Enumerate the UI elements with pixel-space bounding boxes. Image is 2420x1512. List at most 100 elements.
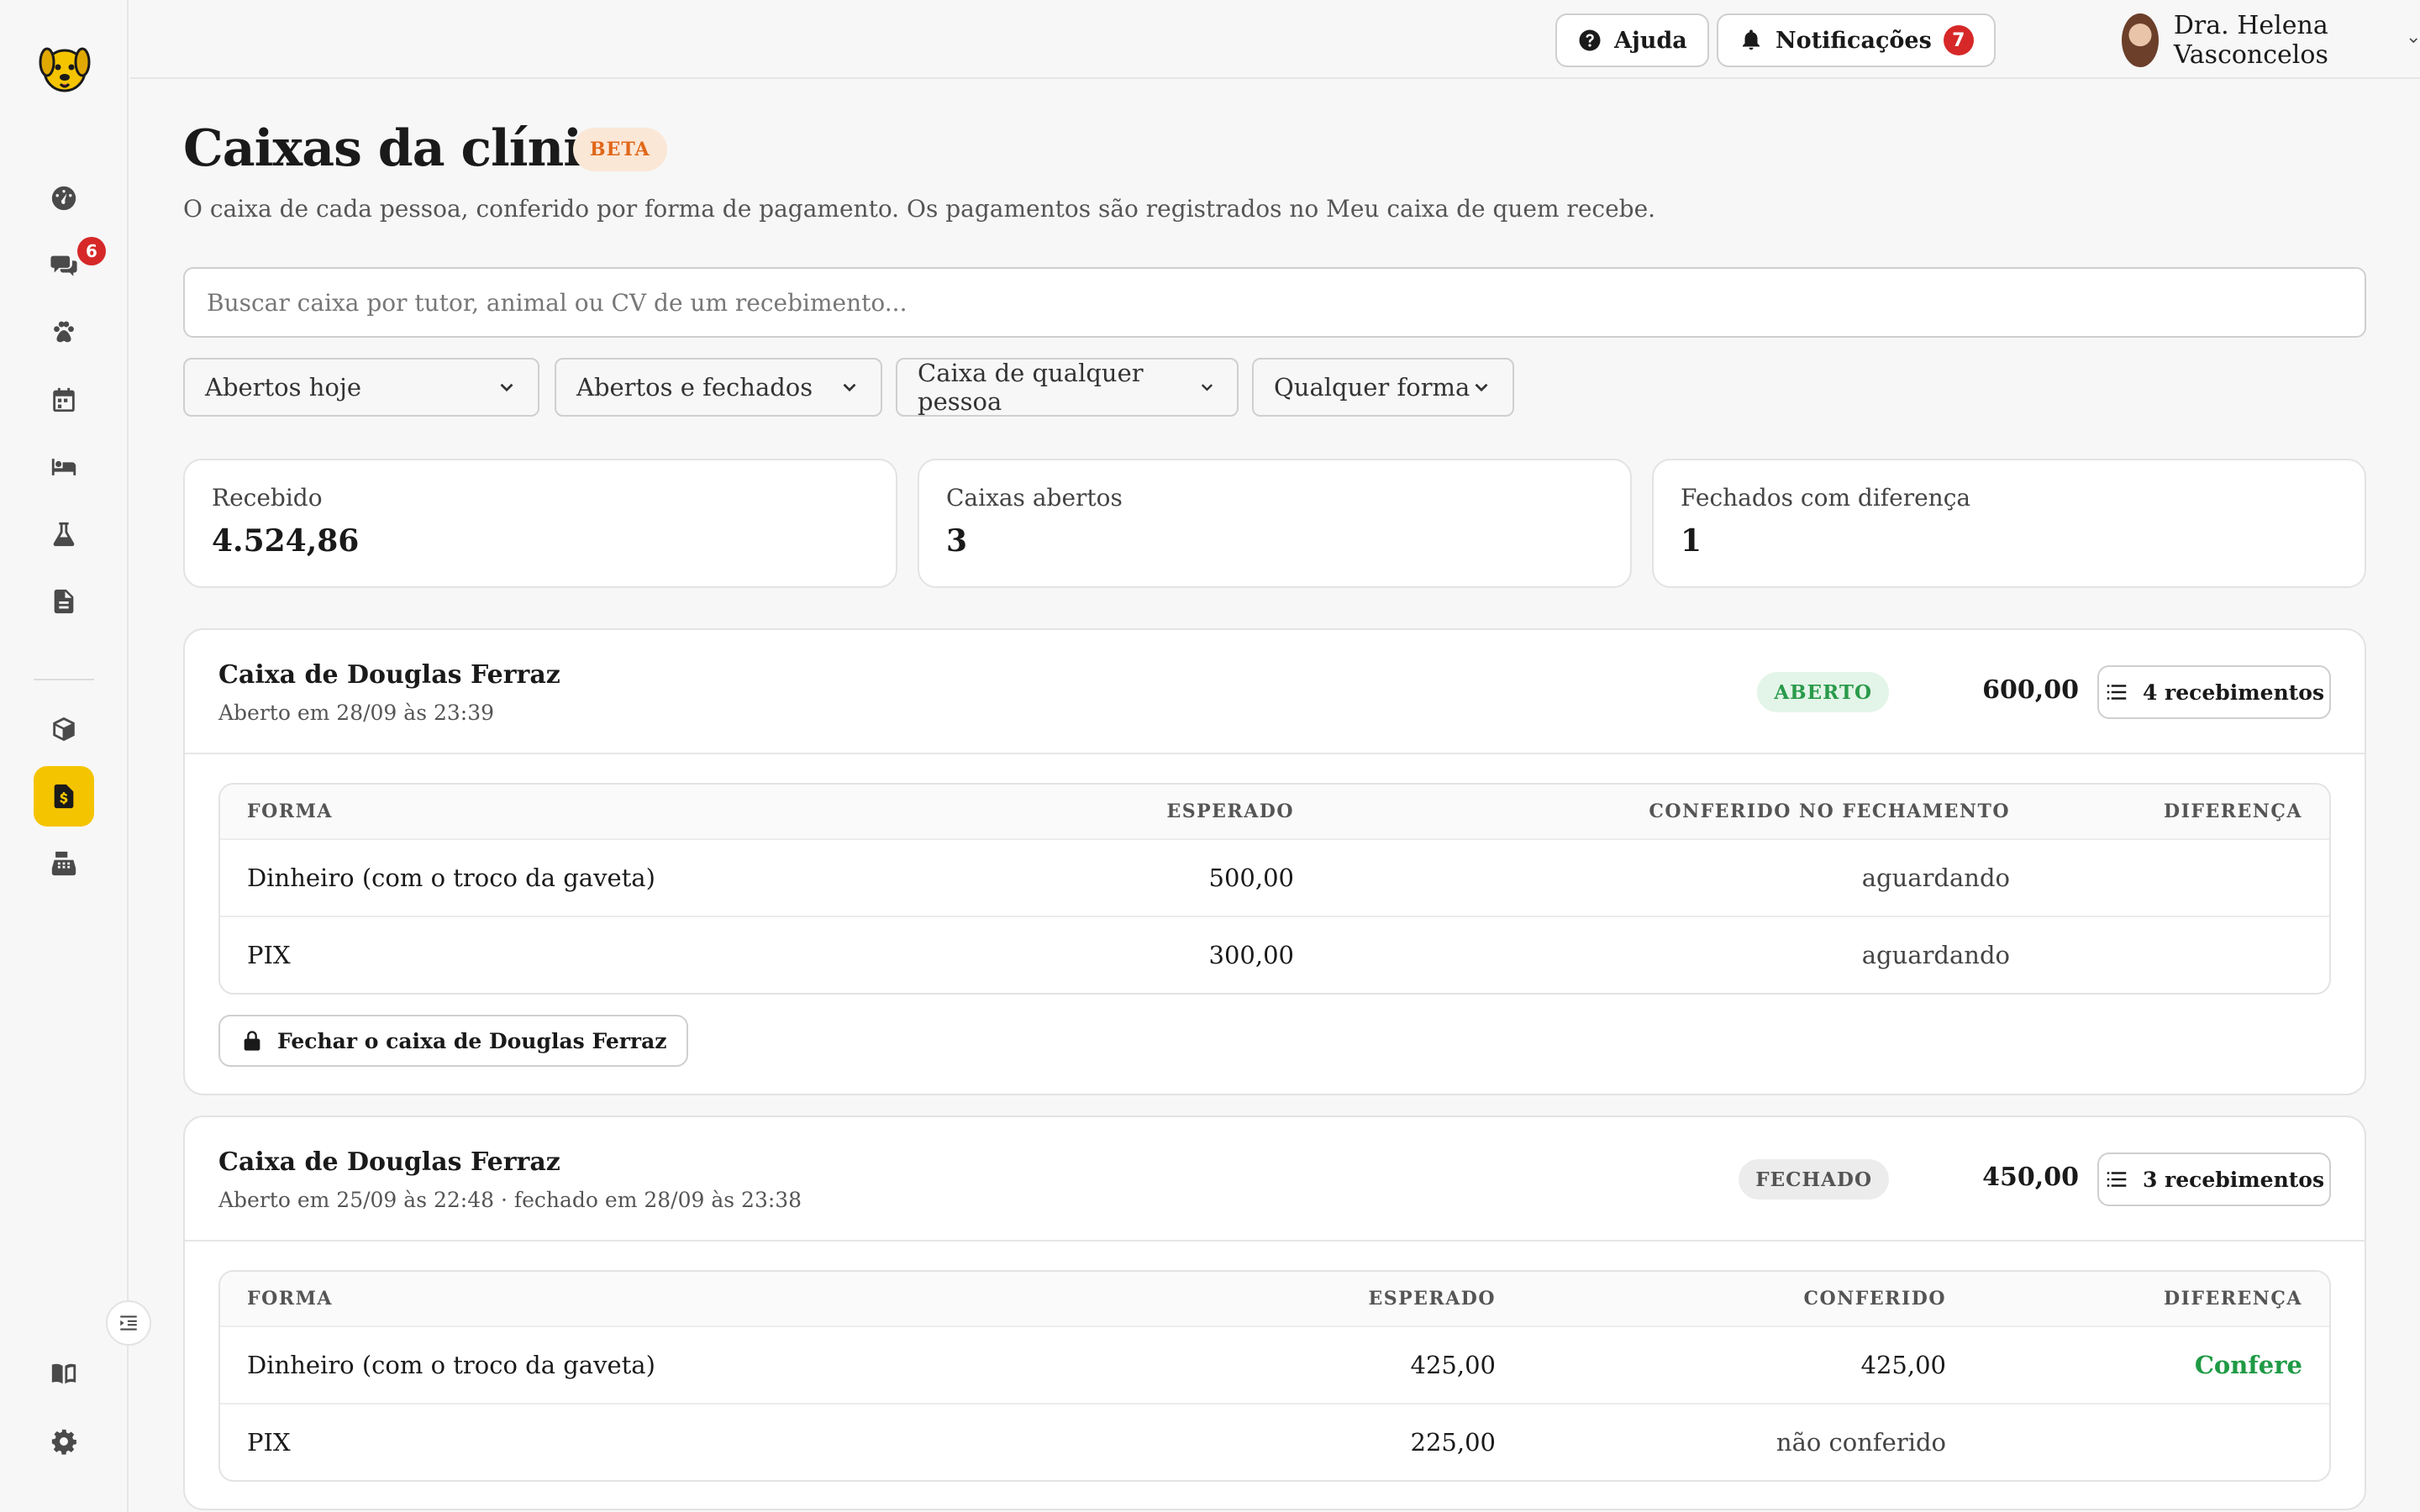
receipts-label: 4 recebimentos [2142,680,2325,705]
chevron-down-icon [500,383,513,392]
close-register-button[interactable]: Fechar o caixa de Douglas Ferraz [218,1015,689,1067]
avatar [2122,13,2159,67]
table-row: PIX 300,00 aguardando [220,916,2329,993]
checked-cell: 425,00 [1860,1351,1946,1379]
register-card-header: Caixa de Douglas Ferraz Aberto em 25/09 … [185,1117,2365,1242]
method-cell: Dinheiro (com o troco da gaveta) [247,1351,655,1379]
checked-cell: aguardando [1861,941,2010,969]
list-icon [2107,685,2127,700]
stat-value: 3 [946,523,968,559]
state-filter-select[interactable]: Abertos e fechados [555,358,882,417]
dog-logo-icon[interactable] [37,37,92,96]
stat-label: Caixas abertos [946,484,1123,512]
notifications-button[interactable]: Notificações 7 [1717,13,1996,67]
status-badge: FECHADO [1739,1159,1889,1200]
box-icon[interactable] [34,699,94,759]
table-row: Dinheiro (com o troco da gaveta) 425,00 … [220,1326,2329,1403]
help-button[interactable]: Ajuda [1555,13,1709,67]
user-name: Dra. Helena Vasconcelos [2173,11,2328,70]
stat-value: 1 [1681,523,1702,559]
register-icon[interactable] [34,833,94,894]
column-header: CONFERIDO NO FECHAMENTO [1649,801,2010,822]
column-header: ESPERADO [1368,1288,1496,1310]
dashboard-icon[interactable] [34,168,94,228]
difference-cell: Confere [2194,1351,2302,1379]
register-card-open: Caixa de Douglas Ferraz Aberto em 28/09 … [183,628,2366,1095]
expected-cell: 500,00 [1208,864,1294,892]
help-label: Ajuda [1614,27,1687,54]
table-header: FORMA ESPERADO CONFERIDO DIFERENÇA [220,1272,2329,1326]
register-title: Caixa de Douglas Ferraz [218,660,560,690]
search-input[interactable] [183,267,2366,338]
method-filter-select[interactable]: Qualquer forma [1252,358,1514,417]
list-icon [2107,1172,2127,1187]
register-subtitle: Aberto em 28/09 às 23:39 [218,701,495,725]
expected-cell: 300,00 [1208,941,1294,969]
sidebar: 6 [0,0,129,1512]
lock-icon [244,1031,260,1051]
period-filter-value: Abertos hoje [205,373,362,402]
chevron-down-icon [1475,383,1488,392]
payment-methods-table: FORMA ESPERADO CONFERIDO NO FECHAMENTO D… [218,783,2331,995]
chevron-down-icon [2409,38,2417,44]
checked-cell: não conferido [1776,1428,1946,1457]
column-header: ESPERADO [1166,801,1294,822]
calendar-icon[interactable] [34,370,94,430]
receipts-button[interactable]: 3 recebimentos [2097,1152,2331,1206]
register-title: Caixa de Douglas Ferraz [218,1147,560,1177]
bed-icon[interactable] [34,437,94,497]
checked-cell: aguardando [1861,864,2010,892]
bell-icon [1743,29,1760,50]
person-filter-value: Caixa de qualquer pessoa [918,359,1144,416]
notifications-count-badge: 7 [1943,25,1974,55]
stat-card-received: Recebido 4.524,86 [183,459,897,588]
method-filter-value: Qualquer forma [1274,373,1470,402]
notifications-label: Notificações [1776,27,1932,54]
stat-label: Fechados com diferença [1681,484,1971,512]
chevron-down-icon [843,383,856,392]
column-header: CONFERIDO [1803,1288,1946,1310]
flask-icon[interactable] [34,504,94,564]
register-amount: 600,00 [1982,675,2079,705]
status-badge: ABERTO [1757,672,1889,712]
top-bar: Ajuda Notificações 7 Dra. Helena Vasconc… [130,0,2420,79]
column-header: FORMA [247,1288,333,1310]
column-header: FORMA [247,801,333,822]
table-row: Dinheiro (com o troco da gaveta) 500,00 … [220,838,2329,916]
chevron-down-icon [1201,384,1213,391]
period-filter-select[interactable]: Abertos hoje [183,358,539,417]
beta-badge: BETA [573,128,667,171]
cash-receipt-icon[interactable] [34,766,94,827]
collapse-sidebar-button[interactable] [106,1300,151,1346]
stat-card-closed-with-difference: Fechados com diferença 1 [1652,459,2366,588]
state-filter-value: Abertos e fechados [576,373,813,402]
expected-cell: 425,00 [1410,1351,1496,1379]
receipts-label: 3 recebimentos [2142,1167,2325,1192]
table-row: PIX 225,00 não conferido [220,1403,2329,1480]
receipts-button[interactable]: 4 recebimentos [2097,665,2331,719]
person-filter-select[interactable]: Caixa de qualquer pessoa [896,358,1239,417]
sidebar-divider [34,679,94,680]
column-header: DIFERENÇA [2164,1288,2302,1310]
payment-methods-table: FORMA ESPERADO CONFERIDO DIFERENÇA Dinhe… [218,1270,2331,1482]
gear-icon[interactable] [34,1411,94,1472]
document-icon[interactable] [34,571,94,632]
expected-cell: 225,00 [1410,1428,1496,1457]
book-icon[interactable] [34,1344,94,1404]
user-menu[interactable]: Dra. Helena Vasconcelos [2122,11,2420,70]
paw-icon[interactable] [34,302,94,363]
close-register-label: Fechar o caixa de Douglas Ferraz [277,1028,667,1053]
chat-badge: 6 [77,237,106,265]
method-cell: PIX [247,1428,291,1457]
method-cell: Dinheiro (com o troco da gaveta) [247,864,655,892]
help-icon [1579,29,1601,51]
register-card-header: Caixa de Douglas Ferraz Aberto em 28/09 … [185,630,2365,754]
stat-label: Recebido [212,484,323,512]
stat-value: 4.524,86 [212,523,360,559]
method-cell: PIX [247,941,291,969]
table-header: FORMA ESPERADO CONFERIDO NO FECHAMENTO D… [220,785,2329,838]
chat-icon[interactable]: 6 [34,235,106,296]
register-card-closed: Caixa de Douglas Ferraz Aberto em 25/09 … [183,1116,2366,1510]
page-subtitle: O caixa de cada pessoa, conferido por fo… [183,195,1656,223]
register-subtitle: Aberto em 25/09 às 22:48 · fechado em 28… [218,1188,802,1212]
